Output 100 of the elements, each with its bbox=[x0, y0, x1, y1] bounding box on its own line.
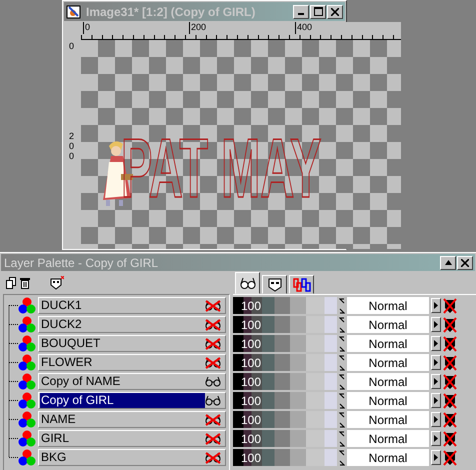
layer-name-field[interactable]: BOUQUET bbox=[38, 335, 226, 352]
opacity-value: 100 bbox=[241, 394, 262, 408]
layer-name[interactable]: DUCK2 bbox=[40, 317, 83, 332]
layer-icon bbox=[18, 430, 36, 448]
layer-name[interactable]: DUCK1 bbox=[40, 298, 83, 313]
dropdown-button[interactable] bbox=[431, 412, 441, 427]
opacity-slider[interactable]: 100 bbox=[233, 373, 337, 390]
layer-name[interactable]: Copy of GIRL bbox=[40, 393, 206, 408]
palette-tab[interactable] bbox=[289, 275, 314, 294]
blend-mode-value: Normal bbox=[368, 374, 408, 388]
opacity-slider[interactable]: 100 bbox=[233, 430, 337, 447]
glasses-crossed-icon[interactable] bbox=[205, 356, 221, 368]
layer-name[interactable]: Copy of NAME bbox=[40, 374, 122, 389]
glasses-crossed-icon[interactable] bbox=[205, 452, 221, 464]
right-arrow-icon bbox=[434, 340, 438, 347]
dropdown-button[interactable] bbox=[431, 450, 441, 465]
layer-name-field[interactable]: FLOWER bbox=[38, 354, 226, 371]
glasses-crossed-icon[interactable] bbox=[205, 432, 221, 444]
blend-mode-dropdown[interactable]: Normal bbox=[347, 373, 429, 390]
glasses-crossed-icon[interactable] bbox=[205, 414, 221, 426]
opacity-slider[interactable]: 100 bbox=[233, 297, 337, 314]
opacity-value: 100 bbox=[241, 432, 262, 446]
dropdown-button[interactable] bbox=[431, 355, 441, 370]
spin-arrows-icon[interactable] bbox=[339, 316, 345, 332]
spin-arrows-icon[interactable] bbox=[339, 450, 345, 466]
spin-arrows-icon[interactable] bbox=[339, 354, 345, 370]
glasses-crossed-icon[interactable] bbox=[205, 338, 221, 350]
opacity-slider[interactable]: 100 bbox=[233, 392, 337, 409]
blend-mode-value: Normal bbox=[368, 298, 408, 312]
layer-icon bbox=[18, 334, 36, 352]
spin-arrows-icon[interactable] bbox=[339, 298, 345, 314]
dropdown-button[interactable] bbox=[431, 298, 441, 313]
blend-mode-dropdown[interactable]: Normal bbox=[347, 335, 429, 352]
dropdown-button[interactable] bbox=[431, 336, 441, 351]
layer-name-field[interactable]: BKG bbox=[38, 449, 226, 466]
layer-name-field[interactable]: NAME bbox=[38, 411, 226, 428]
dropdown-button[interactable] bbox=[431, 431, 441, 446]
layer-name[interactable]: BKG bbox=[40, 450, 68, 465]
layer-name-field[interactable]: Copy of GIRL bbox=[38, 392, 226, 409]
layer-name-field[interactable]: Copy of NAME bbox=[38, 373, 226, 390]
blend-mode-value: Normal bbox=[368, 412, 408, 426]
close-button[interactable] bbox=[327, 4, 343, 18]
opacity-value: 100 bbox=[241, 374, 262, 388]
layer-name-field[interactable]: GIRL bbox=[38, 430, 226, 447]
spin-arrows-icon[interactable] bbox=[339, 374, 345, 390]
dropdown-button[interactable] bbox=[431, 374, 441, 389]
opacity-slider[interactable]: 100 bbox=[233, 335, 337, 352]
spin-arrows-icon[interactable] bbox=[339, 430, 345, 446]
opacity-slider[interactable]: 100 bbox=[233, 449, 337, 466]
opacity-value: 100 bbox=[241, 450, 262, 464]
layer-name[interactable]: FLOWER bbox=[40, 355, 94, 370]
spin-arrows-icon[interactable] bbox=[339, 392, 345, 408]
blend-mode-dropdown[interactable]: Normal bbox=[347, 354, 429, 371]
close-icon bbox=[331, 8, 339, 16]
glasses-crossed-icon[interactable] bbox=[205, 300, 221, 312]
ruler-label: 0 bbox=[83, 22, 189, 34]
blend-mode-dropdown[interactable]: Normal bbox=[347, 411, 429, 428]
ruler-label: 400 bbox=[295, 22, 401, 34]
ruler-label: 200 bbox=[69, 132, 75, 162]
blend-mode-dropdown[interactable]: Normal bbox=[347, 297, 429, 314]
dropdown-button[interactable] bbox=[431, 393, 441, 408]
minimize-button[interactable] bbox=[293, 4, 309, 18]
opacity-slider[interactable]: 100 bbox=[233, 354, 337, 371]
layer-name[interactable]: NAME bbox=[40, 412, 77, 427]
spin-arrows-icon[interactable] bbox=[339, 412, 345, 428]
palette-tab[interactable] bbox=[262, 275, 287, 294]
spin-arrows-icon[interactable] bbox=[339, 336, 345, 352]
layer-icon bbox=[18, 448, 36, 466]
blend-mode-dropdown[interactable]: Normal bbox=[347, 392, 429, 409]
new-mask-button[interactable] bbox=[50, 276, 64, 290]
rollup-button[interactable] bbox=[440, 256, 456, 270]
mask-icon bbox=[268, 278, 282, 292]
dropdown-button[interactable] bbox=[431, 317, 441, 332]
glasses-icon bbox=[240, 276, 256, 290]
layer-icon bbox=[18, 316, 36, 334]
layer-name[interactable]: GIRL bbox=[40, 431, 70, 446]
blend-mode-dropdown[interactable]: Normal bbox=[347, 430, 429, 447]
maximize-button[interactable] bbox=[310, 4, 326, 18]
layer-name[interactable]: BOUQUET bbox=[40, 336, 102, 351]
app-icon bbox=[66, 4, 82, 20]
opacity-slider[interactable]: 100 bbox=[233, 316, 337, 333]
layer-name-field[interactable]: DUCK1 bbox=[38, 297, 226, 314]
blend-mode-dropdown[interactable]: Normal bbox=[347, 316, 429, 333]
new-layer-button[interactable] bbox=[6, 277, 16, 289]
opacity-value: 100 bbox=[241, 336, 262, 350]
layer-group-icon bbox=[292, 278, 310, 292]
delete-layer-button[interactable] bbox=[20, 277, 30, 289]
glasses-crossed-icon[interactable] bbox=[205, 318, 221, 330]
blend-mode-dropdown[interactable]: Normal bbox=[347, 449, 429, 466]
palette-title: Layer Palette - Copy of GIRL bbox=[4, 256, 160, 270]
glasses-icon[interactable] bbox=[205, 394, 221, 406]
right-arrow-icon bbox=[434, 416, 438, 423]
trash-icon bbox=[20, 277, 30, 289]
opacity-slider[interactable]: 100 bbox=[233, 411, 337, 428]
layer-icon bbox=[18, 296, 36, 314]
glasses-icon[interactable] bbox=[205, 376, 221, 388]
blend-mode-value: Normal bbox=[368, 318, 408, 332]
close-button[interactable] bbox=[457, 256, 473, 270]
layer-name-field[interactable]: DUCK2 bbox=[38, 316, 226, 333]
palette-tab[interactable] bbox=[235, 272, 260, 294]
